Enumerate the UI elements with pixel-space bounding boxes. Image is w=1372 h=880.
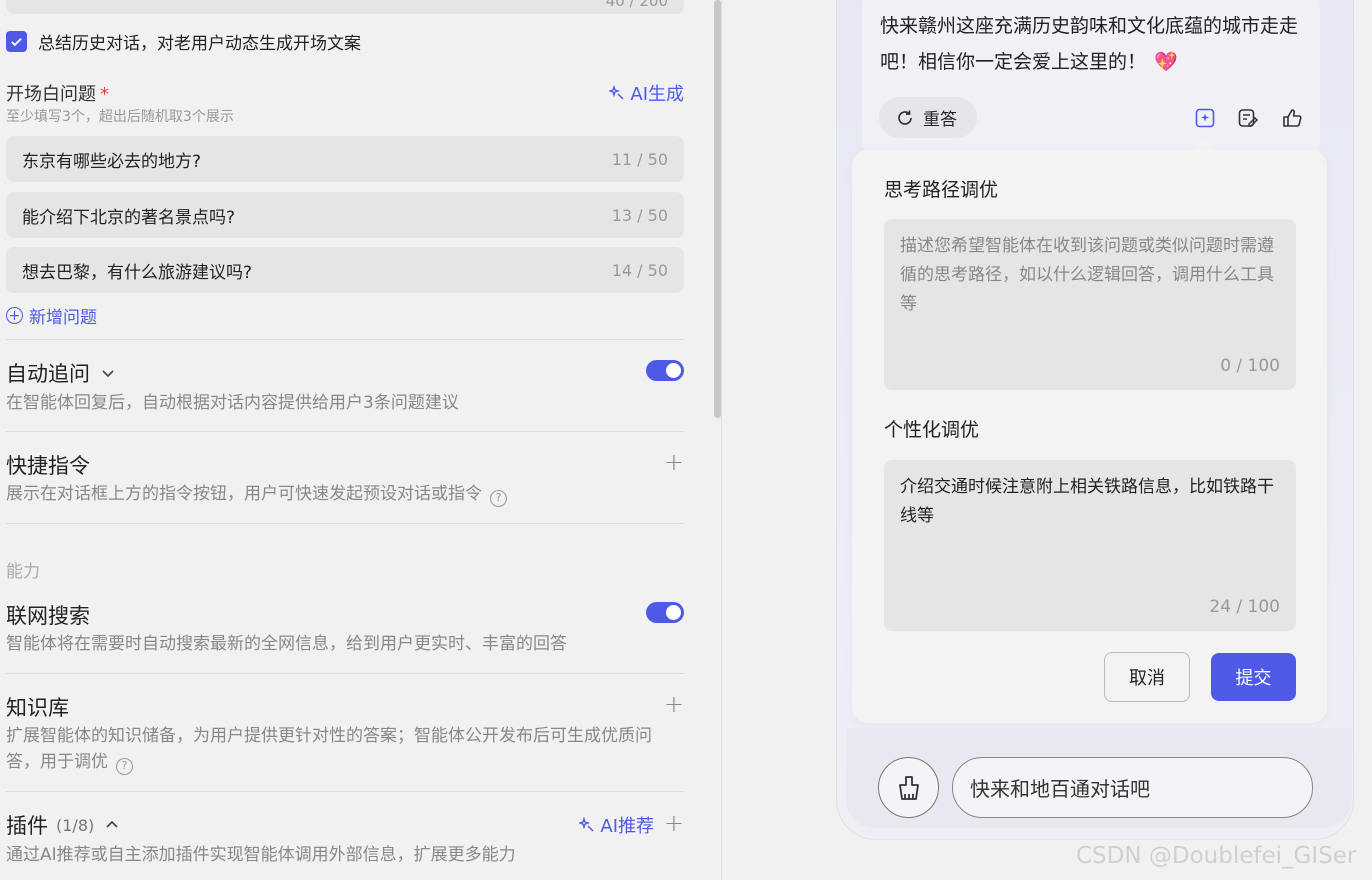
panel-separator	[721, 0, 722, 880]
add-question-button[interactable]: + 新增问题	[6, 303, 97, 328]
question-count: 11 / 50	[611, 149, 668, 169]
ai-generate-link[interactable]: AI生成	[609, 80, 684, 106]
knowledge-desc-text: 扩展智能体的知识储备，为用户提供更针对性的答案；智能体公开发布后可生成优质问答，…	[6, 726, 652, 772]
config-panel: 40 / 200 总结历史对话，对老用户动态生成开场文案 开场白问题 * AI生成…	[0, 0, 720, 880]
check-icon	[11, 38, 22, 47]
required-marker: *	[100, 84, 109, 105]
plugins-count: (1/8)	[56, 815, 95, 835]
thinking-tuning-textarea[interactable]: 描述您希望智能体在收到该问题或类似问题时需遵循的思考路径，如以什么逻辑回答，调用…	[884, 219, 1296, 390]
shortcut-desc-text: 展示在对话框上方的指令按钮，用户可快速发起预设对话或指令	[6, 484, 482, 504]
ability-section-label: 能力	[6, 562, 40, 582]
edit-note-icon[interactable]	[1237, 107, 1259, 129]
thinking-tuning-count: 0 / 100	[1220, 356, 1280, 376]
summary-checkbox-label: 总结历史对话，对老用户动态生成开场文案	[38, 34, 361, 54]
broom-icon	[898, 775, 919, 800]
magic-wand-icon	[579, 817, 594, 832]
add-shortcut-plus-icon[interactable]: +	[664, 450, 684, 474]
divider	[6, 339, 684, 340]
web-search-desc: 智能体将在需要时自动搜索最新的全网信息，给到用户更实时、丰富的回答	[6, 634, 567, 654]
ai-recommend-link[interactable]: AI推荐	[579, 812, 654, 838]
watermark: CSDN @Doublefei_GISer	[1076, 843, 1357, 869]
question-text: 想去巴黎，有什么旅游建议吗?	[22, 262, 253, 283]
summary-checkbox[interactable]	[6, 31, 27, 52]
auto-follow-label: 自动追问	[6, 362, 90, 386]
refresh-icon	[898, 110, 912, 125]
chevron-up-icon	[106, 820, 118, 828]
auto-follow-toggle[interactable]	[646, 360, 684, 381]
web-search-label: 联网搜索	[6, 604, 90, 628]
redo-answer-button[interactable]: 重答	[879, 97, 977, 138]
ai-generate-label: AI生成	[630, 84, 684, 105]
personal-tuning-title: 个性化调优	[884, 419, 980, 441]
assistant-reply-text: 快来赣州这座充满历史韵味和文化底蕴的城市走走吧！相信你一定会爱上这里的！	[880, 15, 1299, 73]
left-panel-scrollbar[interactable]	[714, 0, 721, 418]
opening-question-3[interactable]: 想去巴黎，有什么旅游建议吗? 14 / 50	[6, 247, 684, 293]
add-question-label: 新增问题	[29, 308, 97, 328]
thumbs-up-icon[interactable]	[1281, 107, 1303, 129]
divider	[6, 523, 684, 524]
add-knowledge-plus-icon[interactable]: +	[664, 692, 684, 716]
divider	[6, 791, 684, 792]
plus-circle-icon: +	[6, 307, 23, 324]
personal-tuning-textarea[interactable]: 介绍交通时候注意附上相关铁路信息，比如铁路干线等 24 / 100	[884, 460, 1296, 631]
opening-question-2[interactable]: 能介绍下北京的著名景点吗? 13 / 50	[6, 192, 684, 238]
tune-action-icon[interactable]	[1194, 107, 1216, 129]
auto-follow-title[interactable]: 自动追问	[6, 358, 116, 388]
divider	[6, 673, 684, 674]
opening-questions-hint: 至少填写3个，超出后随机取3个展示	[6, 109, 234, 125]
heart-emoji: 💖	[1154, 51, 1178, 73]
opening-question-1[interactable]: 东京有哪些必去的地方? 11 / 50	[6, 136, 684, 182]
auto-follow-desc: 在智能体回复后，自动根据对话内容提供给用户3条问题建议	[6, 393, 459, 413]
thinking-tuning-title: 思考路径调优	[884, 179, 999, 201]
knowledge-desc: 扩展智能体的知识储备，为用户提供更针对性的答案；智能体公开发布后可生成优质问答，…	[6, 723, 676, 775]
question-count: 14 / 50	[611, 260, 668, 280]
opening-questions-title: 开场白问题 *	[6, 80, 109, 106]
redo-label: 重答	[923, 110, 957, 130]
ai-recommend-label: AI推荐	[600, 816, 654, 837]
personal-tuning-count: 24 / 100	[1209, 597, 1280, 617]
plugins-desc: 通过AI推荐或自主添加插件实现智能体调用外部信息，扩展更多能力	[6, 845, 516, 865]
assistant-reply: 快来赣州这座充满历史韵味和文化底蕴的城市走走吧！相信你一定会爱上这里的！ 💖	[880, 8, 1308, 80]
description-count: 40 / 200	[605, 0, 668, 10]
opening-questions-label: 开场白问题	[6, 84, 96, 105]
knowledge-label: 知识库	[6, 696, 69, 720]
help-icon[interactable]: ?	[116, 757, 133, 775]
web-search-toggle[interactable]	[646, 602, 684, 623]
web-search-title: 联网搜索	[6, 600, 90, 630]
question-text: 东京有哪些必去的地方?	[22, 151, 202, 172]
plugins-title[interactable]: 插件 (1/8)	[6, 810, 120, 840]
submit-button[interactable]: 提交	[1211, 653, 1296, 701]
question-count: 13 / 50	[611, 205, 668, 225]
magic-wand-icon	[609, 85, 624, 100]
thinking-tuning-placeholder: 描述您希望智能体在收到该问题或类似问题时需遵循的思考路径，如以什么逻辑回答，调用…	[900, 236, 1274, 314]
cancel-button[interactable]: 取消	[1104, 652, 1190, 702]
question-text: 能介绍下北京的著名景点吗?	[22, 207, 236, 228]
chat-input-field[interactable]: 快来和地百通对话吧	[952, 757, 1313, 818]
plugins-label: 插件	[6, 814, 48, 838]
knowledge-title: 知识库	[6, 692, 69, 722]
help-icon[interactable]: ?	[490, 489, 507, 507]
shortcut-label: 快捷指令	[6, 454, 90, 478]
chevron-down-icon	[102, 370, 114, 378]
add-plugin-plus-icon[interactable]: +	[664, 811, 684, 835]
summary-history-option[interactable]: 总结历史对话，对老用户动态生成开场文案	[6, 29, 361, 54]
personal-tuning-value: 介绍交通时候注意附上相关铁路信息，比如铁路干线等	[900, 477, 1274, 526]
shortcut-desc: 展示在对话框上方的指令按钮，用户可快速发起预设对话或指令?	[6, 481, 676, 507]
description-field[interactable]: 40 / 200	[6, 0, 684, 14]
divider	[6, 431, 684, 432]
shortcut-title: 快捷指令	[6, 450, 90, 480]
clear-context-button[interactable]	[878, 757, 939, 818]
